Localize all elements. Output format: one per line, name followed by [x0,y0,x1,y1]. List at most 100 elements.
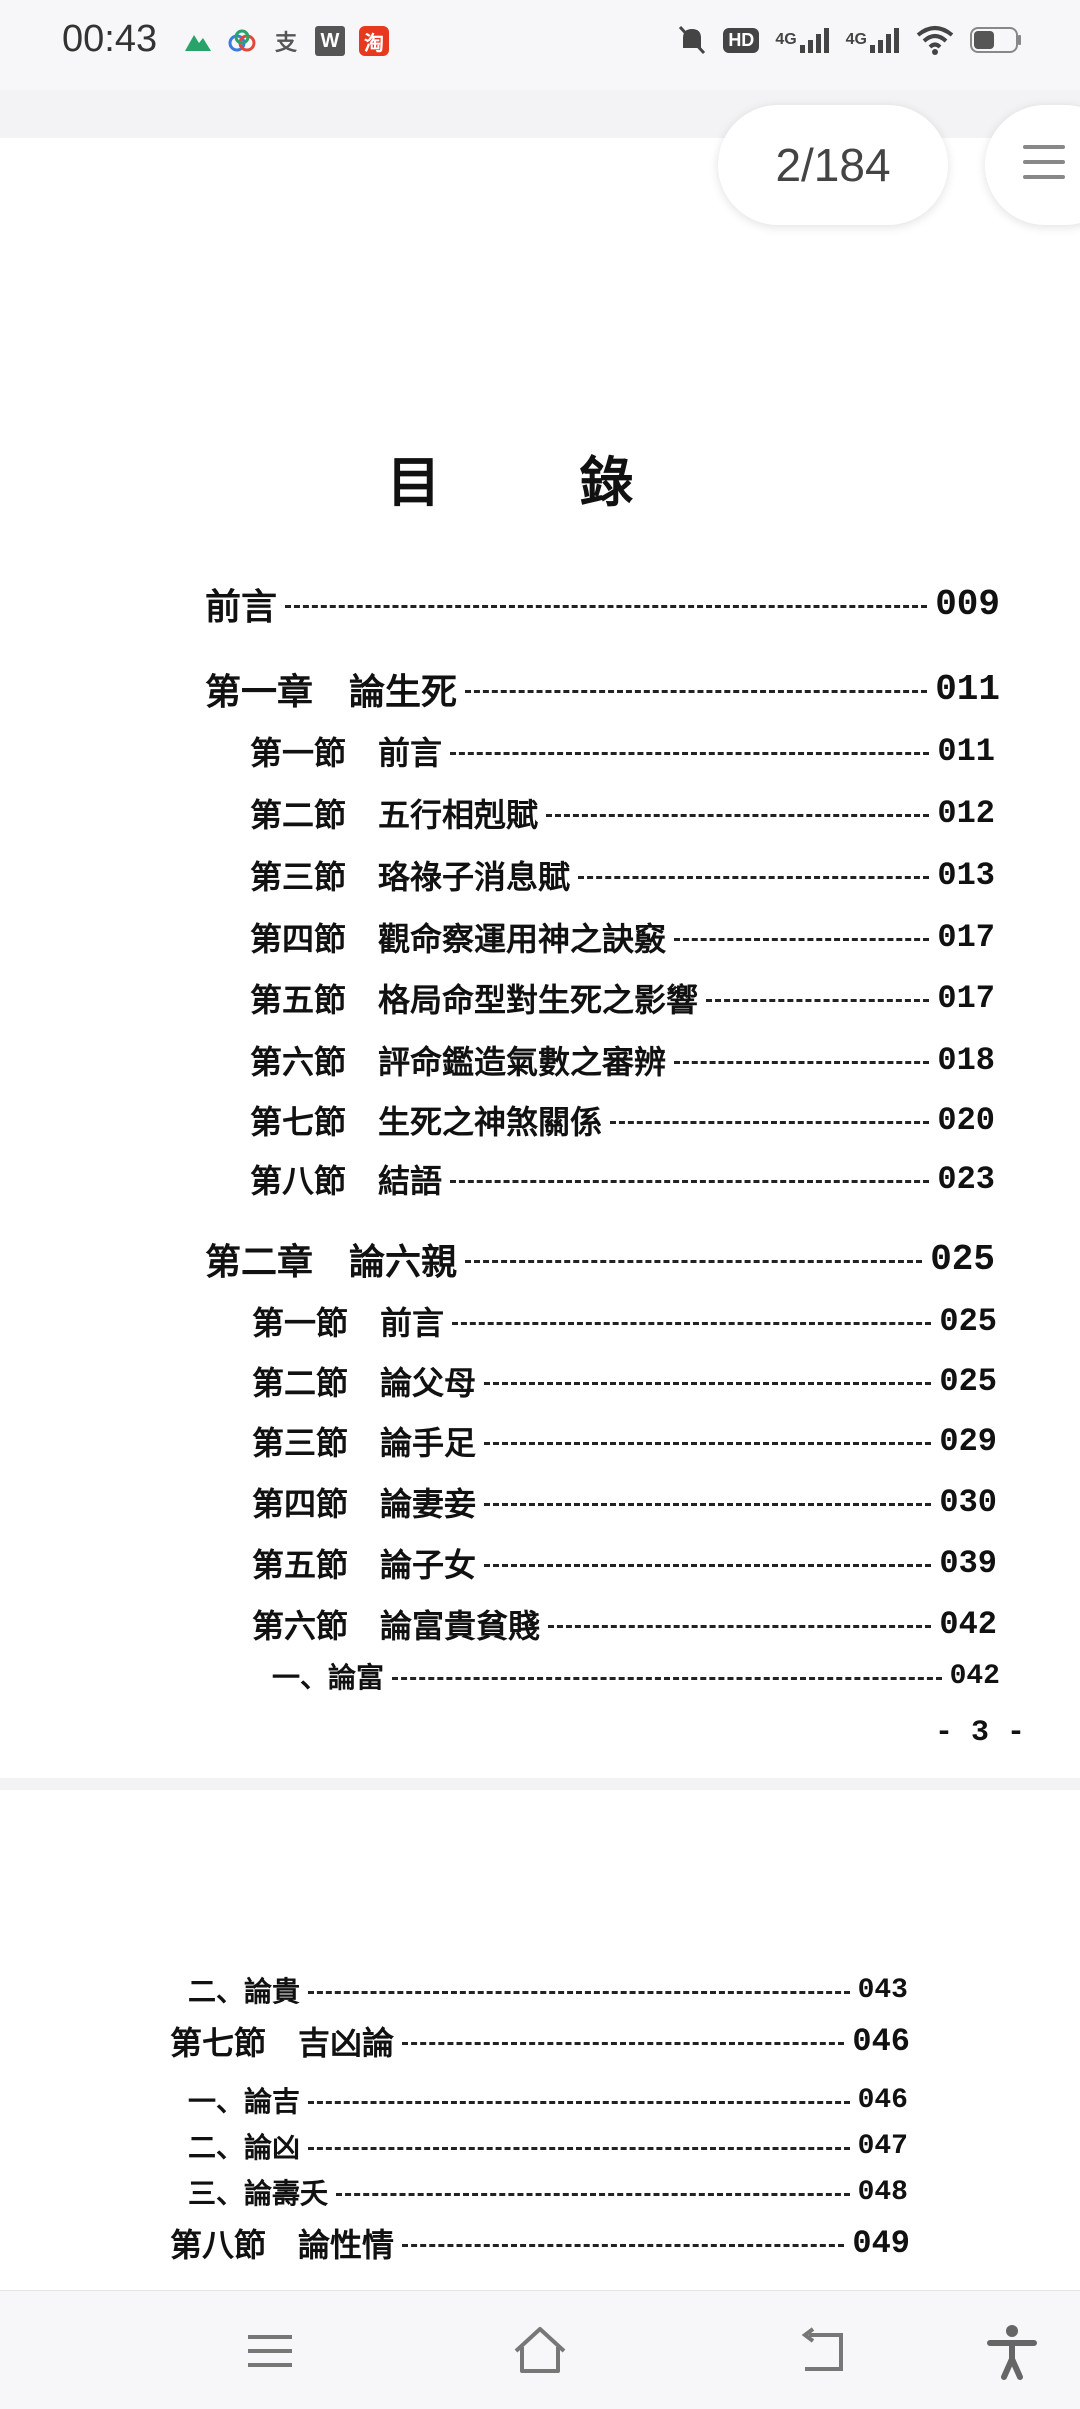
toc-entry[interactable]: 一、論吉 046 [188,2080,908,2120]
toc-entry-page: 017 [937,918,995,956]
toc-entry-label: 一、論吉 [188,2085,301,2118]
toc-entry-page: 029 [939,1422,997,1460]
menu-icon [1023,145,1065,190]
toc-entry[interactable]: 第一節 前言 025 [252,1298,997,1344]
toc-leader [285,604,928,608]
toc-entry[interactable]: 二、論貴 043 [188,1970,908,2010]
toc-entry-label: 前言 [205,586,278,628]
toc-entry[interactable]: 第一章 論生死 011 [205,663,1000,715]
toc-entry-page: 042 [949,1660,1000,1692]
page-number: - 3 - [935,1716,1026,1750]
toc-entry[interactable]: 第二章 論六親 025 [205,1233,995,1285]
document-page[interactable]: 二、論貴 043 第七節 吉凶論 046 一、論吉 046 二、論凶 047 三、論壽夭 048 第… [0,1790,1080,2290]
toc-entry[interactable]: 第二節 論父母 025 [252,1358,997,1404]
toc-leader [450,1179,930,1183]
toc-entry[interactable]: 第四節 論妻妾 030 [252,1479,997,1525]
toc-entry-page: 009 [935,583,1000,625]
status-bar: 00:43 支 W 淘 HD 4G 4G [0,0,1080,90]
toc-entry[interactable]: 前言 009 [205,578,1000,630]
signal-icon: 4G [775,22,829,58]
toc-entry-label: 三、論壽夭 [188,2177,329,2210]
hd-label: HD [723,27,760,53]
toc-entry[interactable]: 第八節 論性情 049 [170,2220,910,2266]
toc-leader [336,2192,850,2196]
toc-entry-label: 第七節 生死之神煞關係 [250,1103,603,1141]
hd-icon: HD [723,22,760,58]
toc-entry-page: 030 [939,1483,997,1521]
toc-leader [392,1676,942,1680]
toc-entry[interactable]: 第一節 前言 011 [250,728,995,774]
toc-entry-page: 048 [857,2176,908,2208]
toc-entry[interactable]: 第五節 格局命型對生死之影響 017 [250,975,995,1021]
toc-leader [465,689,928,693]
toc-leader [402,2041,845,2045]
toc-leader [610,1120,930,1124]
toc-entry[interactable]: 第二節 五行相剋賦 012 [250,790,995,836]
toc-leader [484,1441,932,1445]
page-indicator[interactable]: 2/184 [718,105,948,225]
toc-leader [548,1624,932,1628]
toc-leader [308,2100,850,2104]
toc-entry[interactable]: 第七節 生死之神煞關係 020 [250,1097,995,1143]
toc-leader [308,2146,850,2150]
system-icons: HD 4G 4G [677,22,1022,58]
toc-entry-label: 一、論富 [272,1661,385,1694]
toc-entry-page: 011 [937,732,995,770]
toc-entry-label: 第二節 五行相剋賦 [250,796,539,834]
toc-entry-page: 013 [937,856,995,894]
toc-entry[interactable]: 第六節 評命鑑造氣數之審辨 018 [250,1037,995,1083]
toc-entry[interactable]: 第五節 論子女 039 [252,1540,997,1586]
toc-entry[interactable]: 一、論富 042 [272,1656,1000,1696]
clock: 00:43 [62,18,158,60]
menu-icon[interactable] [240,2321,300,2381]
accessibility-icon[interactable] [982,2321,1042,2381]
toc-leader [674,1060,930,1064]
toc-leader [484,1563,932,1567]
toc-entry[interactable]: 第六節 論富貴貧賤 042 [252,1601,997,1647]
home-icon[interactable] [510,2321,570,2381]
toc-entry-label: 第五節 論子女 [252,1546,477,1584]
toc-leader [706,998,930,1002]
network-label-1: 4G [775,31,797,48]
toc-entry-page: 012 [937,794,995,832]
back-icon[interactable] [795,2321,855,2381]
toc-entry-label: 第四節 觀命察運用神之訣竅 [250,920,667,958]
toc-leader [465,1259,923,1263]
toc-entry-page: 018 [937,1041,995,1079]
toc-entry[interactable]: 第七節 吉凶論 046 [170,2018,910,2064]
signal-icon: 4G [846,22,900,58]
cloud-icon [227,26,257,56]
toc-entry[interactable]: 第八節 結語 023 [250,1156,995,1202]
toc-entry-page: 023 [937,1160,995,1198]
toc-entry-page: 043 [857,1974,908,2006]
network-label-2: 4G [845,31,867,48]
toc-entry-page: 025 [939,1362,997,1400]
toc-entry[interactable]: 三、論壽夭 048 [188,2172,908,2212]
toc-entry-page: 039 [939,1544,997,1582]
toc-entry-label: 第八節 結語 [250,1162,443,1200]
toc-entry[interactable]: 二、論凶 047 [188,2126,908,2166]
document-page[interactable]: 目 錄 前言 009 第一章 論生死 011 第一節 前言 011 第二節 五行相剋賦 012… [0,138,1080,1778]
toc-entry-label: 第一節 前言 [250,734,443,772]
toc-entry-label: 二、論凶 [188,2131,301,2164]
toc-entry-label: 第四節 論妻妾 [252,1485,477,1523]
toc-entry-page: 020 [937,1101,995,1139]
toc-entry-label: 第一章 論生死 [205,671,458,713]
toc-leader [546,813,930,817]
toc-entry-page: 011 [935,668,1000,710]
toc-entry-page: 025 [930,1238,995,1280]
toc-entry-label: 第六節 評命鑑造氣數之審辨 [250,1043,667,1081]
wifi-icon [916,22,954,58]
toc-entry-label: 第三節 論手足 [252,1424,477,1462]
toc-entry[interactable]: 第四節 觀命察運用神之訣竅 017 [250,914,995,960]
toc-leader [308,1990,850,1994]
toc-entry-page: 042 [939,1605,997,1643]
toc-entry-label: 第六節 論富貴貧賤 [252,1607,541,1645]
toc-entry-label: 二、論貴 [188,1975,301,2008]
toc-entry[interactable]: 第三節 珞祿子消息賦 013 [250,852,995,898]
toc-entry[interactable]: 第三節 論手足 029 [252,1418,997,1464]
toc-leader [450,751,930,755]
wps-icon: W [315,26,345,56]
toc-leader [484,1502,932,1506]
notification-icons: 支 W 淘 [183,26,389,56]
